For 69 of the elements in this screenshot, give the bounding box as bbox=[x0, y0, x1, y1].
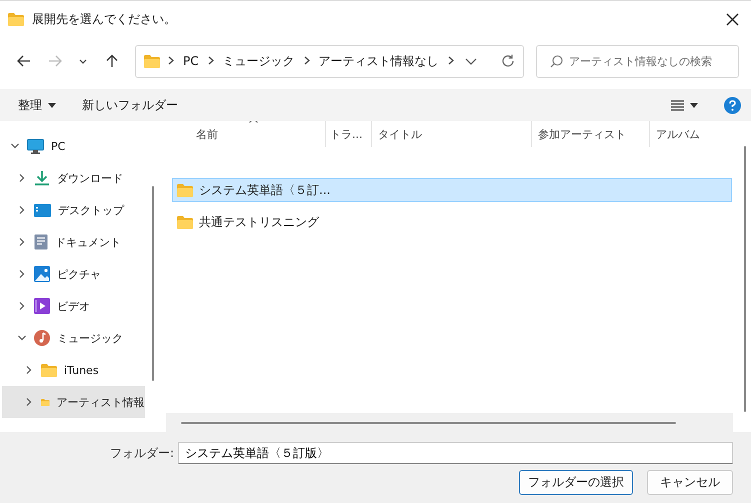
tree-item[interactable]: アーティスト情報 bbox=[2, 386, 145, 418]
arrow-right-icon bbox=[48, 55, 62, 67]
scrollbar-thumb[interactable] bbox=[152, 186, 154, 381]
address-bar[interactable]: PC ミュージック アーティスト情報なし bbox=[135, 44, 524, 78]
window-title: 展開先を選んでください。 bbox=[32, 10, 177, 28]
organize-menu[interactable]: 整理 bbox=[10, 92, 64, 118]
search-icon bbox=[550, 54, 563, 68]
scrollbar-thumb[interactable] bbox=[181, 422, 676, 424]
tree-item[interactable]: PC bbox=[2, 130, 145, 162]
download-icon bbox=[34, 170, 50, 186]
video-icon bbox=[34, 298, 50, 314]
caret-down-icon bbox=[48, 102, 56, 108]
folder-icon bbox=[8, 12, 24, 26]
breadcrumb[interactable]: ミュージック bbox=[222, 52, 295, 70]
chevron-right-icon bbox=[208, 56, 214, 64]
list-view-icon bbox=[671, 100, 684, 110]
arrow-left-icon bbox=[16, 55, 30, 67]
new-folder-button[interactable]: 新しいフォルダー bbox=[74, 92, 186, 118]
chevron-right-icon bbox=[448, 56, 454, 64]
chevron-right-icon bbox=[168, 56, 174, 64]
folder-name-field[interactable]: システム英単語〈５訂版〉 bbox=[178, 442, 733, 464]
monitor-icon bbox=[27, 138, 44, 154]
chevron-right-icon bbox=[304, 56, 310, 64]
chevron-right-icon[interactable] bbox=[17, 205, 27, 215]
chevron-right-icon[interactable] bbox=[17, 173, 27, 183]
picture-icon bbox=[34, 266, 50, 282]
chevron-down-icon[interactable] bbox=[17, 333, 27, 343]
cancel-button[interactable]: キャンセル bbox=[647, 470, 733, 495]
folder-icon bbox=[144, 54, 160, 68]
desktop-icon bbox=[34, 204, 51, 216]
music-icon bbox=[34, 330, 50, 346]
breadcrumb[interactable]: PC bbox=[183, 54, 199, 68]
arrow-up-icon bbox=[106, 54, 118, 68]
chevron-right-icon[interactable] bbox=[24, 365, 34, 375]
breadcrumb[interactable]: アーティスト情報なし bbox=[318, 52, 439, 70]
folder-icon bbox=[41, 364, 57, 376]
chevron-right-icon[interactable] bbox=[24, 397, 34, 407]
file-name: 共通テストリスニング bbox=[199, 214, 319, 230]
tree-item[interactable]: ピクチャ bbox=[2, 258, 145, 290]
document-icon bbox=[34, 234, 48, 250]
chevron-right-icon[interactable] bbox=[17, 237, 27, 247]
close-icon bbox=[726, 12, 738, 26]
chevron-right-icon[interactable] bbox=[17, 269, 27, 279]
tree-item[interactable]: ミュージック bbox=[2, 322, 145, 354]
tree-item[interactable]: iTunes bbox=[2, 354, 145, 386]
folder-icon bbox=[177, 216, 193, 228]
column-header[interactable]: トラ... bbox=[326, 121, 372, 147]
column-header[interactable]: 参加アーティスト bbox=[532, 121, 650, 147]
tree-item[interactable]: デスクトップ bbox=[2, 194, 145, 226]
scrollbar-thumb[interactable] bbox=[744, 146, 746, 412]
file-row[interactable]: システム英単語〈５訂... bbox=[172, 178, 732, 202]
chevron-down-icon bbox=[79, 58, 87, 64]
caret-down-icon bbox=[690, 102, 698, 108]
folder-icon bbox=[177, 184, 193, 196]
file-name: システム英単語〈５訂... bbox=[199, 182, 330, 198]
chevron-down-icon[interactable] bbox=[10, 141, 20, 151]
column-header[interactable]: アルバム bbox=[650, 121, 738, 147]
column-header[interactable]: 名前 bbox=[172, 121, 326, 147]
chevron-right-icon[interactable] bbox=[17, 301, 27, 311]
column-header[interactable]: タイトル bbox=[372, 121, 532, 147]
tree-item[interactable]: ドキュメント bbox=[2, 226, 145, 258]
select-folder-button[interactable]: フォルダーの選択 bbox=[519, 470, 633, 495]
search-field[interactable]: アーティスト情報なしの検索 bbox=[536, 44, 739, 78]
tree-item[interactable]: ダウンロード bbox=[2, 162, 145, 194]
tree-item[interactable]: ビデオ bbox=[2, 290, 145, 322]
folder-label: フォルダー: bbox=[110, 444, 174, 462]
file-row[interactable]: 共通テストリスニング bbox=[172, 210, 732, 234]
chevron-down-icon[interactable] bbox=[465, 58, 477, 64]
refresh-icon[interactable] bbox=[501, 54, 515, 68]
